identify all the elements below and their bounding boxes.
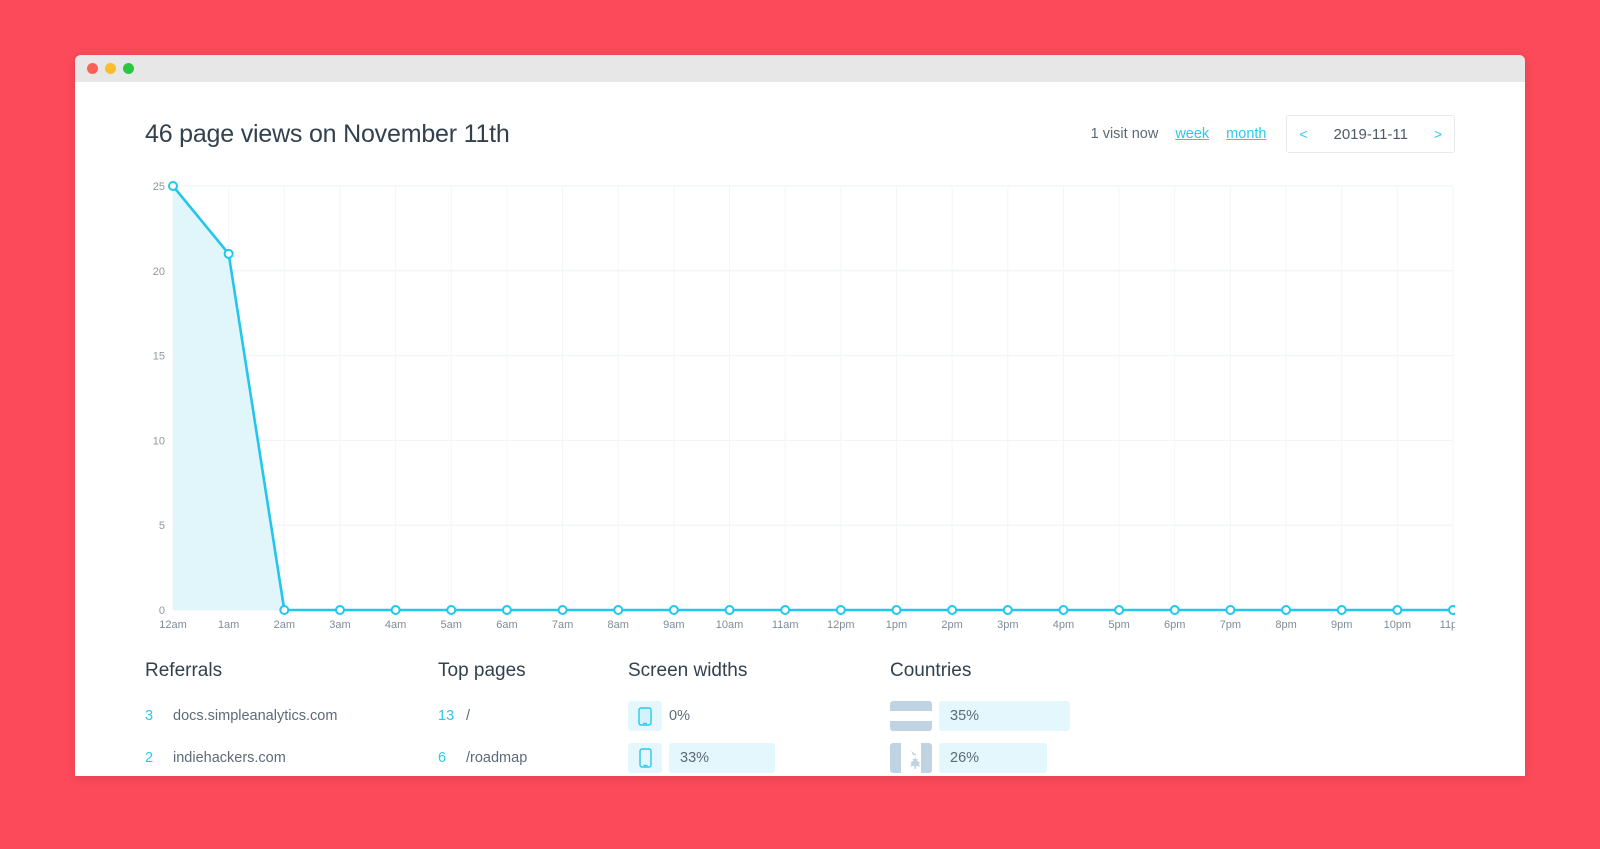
svg-text:25: 25 (153, 181, 165, 193)
referral-label: indiehackers.com (173, 750, 286, 766)
list-item[interactable]: 6 /roadmap (438, 742, 628, 774)
list-item[interactable]: 0% (628, 700, 890, 732)
page-views-chart[interactable]: 0 5 10 15 20 25 12am 1am 2am 3am 4am 5am 6am 7am 8am 9… (145, 180, 1455, 650)
next-day-button[interactable]: > (1422, 116, 1454, 152)
svg-text:10am: 10am (716, 619, 744, 631)
svg-text:8am: 8am (608, 619, 629, 631)
svg-text:10pm: 10pm (1384, 619, 1412, 631)
chart-x-axis: 12am 1am 2am 3am 4am 5am 6am 7am 8am 9am 10am 11am 1… (159, 619, 1455, 631)
close-icon[interactable] (87, 63, 98, 74)
screen-width-percent: 0% (669, 708, 690, 724)
svg-text:2am: 2am (274, 619, 295, 631)
svg-text:12pm: 12pm (827, 619, 855, 631)
chart-area-fill (173, 186, 1453, 610)
svg-text:3pm: 3pm (997, 619, 1018, 631)
date-navigator: < 2019-11-11 > (1286, 115, 1455, 153)
svg-text:5pm: 5pm (1108, 619, 1129, 631)
svg-text:4pm: 4pm (1053, 619, 1074, 631)
page-label: /roadmap (466, 750, 528, 766)
period-month-link[interactable]: month (1226, 126, 1266, 142)
svg-text:3am: 3am (329, 619, 350, 631)
list-item[interactable]: 35% (890, 700, 1090, 732)
stats-panels: Referrals 3 docs.simpleanalytics.com 2 i… (145, 660, 1455, 776)
referral-count: 2 (145, 750, 154, 766)
svg-text:15: 15 (153, 351, 165, 363)
panel-top-pages: Top pages 13 / 6 /roadmap 2 /login (438, 660, 628, 776)
svg-text:1pm: 1pm (886, 619, 907, 631)
panel-title-referrals: Referrals (145, 660, 223, 681)
phone-large-icon (628, 743, 662, 773)
list-item[interactable]: 2 indiehackers.com (145, 742, 438, 774)
window-titlebar (75, 55, 1525, 82)
chart-y-axis: 0 5 10 15 20 25 (153, 181, 165, 617)
screen-width-percent: 33% (669, 743, 775, 773)
svg-text:5: 5 (159, 520, 165, 532)
netherlands-flag-icon (890, 701, 932, 731)
date-value[interactable]: 2019-11-11 (1319, 126, 1422, 143)
svg-text:5am: 5am (441, 619, 462, 631)
phone-small-icon (628, 701, 662, 731)
page-content: 46 page views on November 11th 1 visit n… (75, 82, 1525, 776)
canada-flag-icon (890, 743, 932, 773)
minimize-icon[interactable] (105, 63, 116, 74)
svg-text:6am: 6am (496, 619, 517, 631)
panel-title-top-pages: Top pages (438, 660, 526, 681)
visitors-now-label: 1 visit now (1090, 126, 1159, 142)
svg-text:20: 20 (153, 266, 165, 278)
chart-svg: 0 5 10 15 20 25 12am 1am 2am 3am 4am 5am 6am 7am 8am 9… (153, 181, 1455, 631)
list-item[interactable]: 26% (890, 742, 1090, 774)
svg-text:11pm: 11pm (1440, 619, 1455, 631)
svg-text:0: 0 (159, 605, 165, 617)
svg-text:7pm: 7pm (1220, 619, 1241, 631)
country-percent: 35% (939, 701, 1070, 731)
page-count: 13 (438, 708, 455, 724)
list-item[interactable]: 33% (628, 742, 890, 774)
svg-text:12am: 12am (159, 619, 187, 631)
svg-text:11am: 11am (772, 619, 799, 631)
svg-text:9pm: 9pm (1331, 619, 1352, 631)
panel-title-countries: Countries (890, 660, 972, 681)
svg-text:1am: 1am (218, 619, 239, 631)
page-count: 6 (438, 750, 447, 766)
countries-list: 35%26%16% (890, 700, 1090, 776)
referral-label: docs.simpleanalytics.com (173, 708, 338, 724)
svg-text:9am: 9am (663, 619, 684, 631)
top-pages-list: 13 / 6 /roadmap 2 /login (438, 700, 628, 776)
chart-line (171, 185, 1453, 612)
page-title: 46 page views on November 11th (145, 119, 510, 148)
chart-point-markers[interactable] (168, 181, 1455, 615)
panel-countries: Countries 35%26%16% (890, 660, 1090, 776)
svg-text:6pm: 6pm (1164, 619, 1185, 631)
screen-widths-list: 0%33%0% (628, 700, 890, 776)
previous-day-button[interactable]: < (1287, 116, 1319, 152)
country-percent: 26% (939, 743, 1047, 773)
header-row: 46 page views on November 11th 1 visit n… (145, 110, 1455, 158)
period-week-link[interactable]: week (1175, 126, 1209, 142)
header-controls: 1 visit now week month < 2019-11-11 > (1091, 115, 1455, 153)
referral-count: 3 (145, 708, 154, 724)
list-item[interactable]: 13 / (438, 700, 628, 732)
page-label: / (466, 708, 471, 724)
maximize-icon[interactable] (123, 63, 134, 74)
panel-title-screen-widths: Screen widths (628, 660, 748, 681)
svg-text:8pm: 8pm (1275, 619, 1296, 631)
panel-screen-widths: Screen widths 0%33%0% (628, 660, 890, 776)
panel-referrals: Referrals 3 docs.simpleanalytics.com 2 i… (145, 660, 438, 776)
referrals-list: 3 docs.simpleanalytics.com 2 indiehacker… (145, 700, 438, 776)
chart-gridlines (172, 185, 1454, 611)
svg-text:10: 10 (153, 435, 165, 447)
svg-text:4am: 4am (385, 619, 406, 631)
svg-text:2pm: 2pm (941, 619, 962, 631)
browser-window: 46 page views on November 11th 1 visit n… (75, 55, 1525, 776)
list-item[interactable]: 3 docs.simpleanalytics.com (145, 700, 438, 732)
svg-text:7am: 7am (552, 619, 573, 631)
